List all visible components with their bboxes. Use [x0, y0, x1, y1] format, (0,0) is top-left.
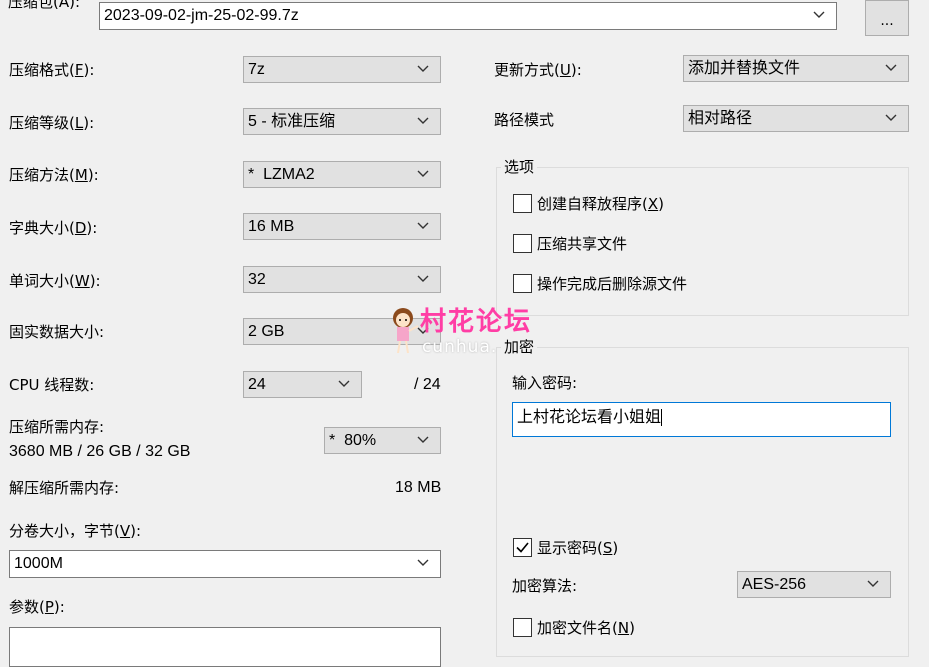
- cartoon-girl-icon: [393, 308, 419, 354]
- threads-max: / 24: [414, 376, 441, 393]
- params-label: 参数(P):: [9, 598, 65, 616]
- solid-value: 2 GB: [248, 323, 285, 340]
- dict-label: 字典大小(D):: [9, 219, 98, 237]
- archive-label: 压缩包(A):: [8, 0, 81, 11]
- word-value: 32: [248, 271, 266, 288]
- word-label: 单词大小(W):: [9, 272, 101, 290]
- chevron-down-icon[interactable]: [884, 110, 898, 126]
- mem-compress-detail: 3680 MB / 26 GB / 32 GB: [9, 443, 191, 460]
- encrypt-names-label: 加密文件名(N): [537, 619, 635, 637]
- threads-select[interactable]: 24: [243, 371, 362, 398]
- watermark: 村花论坛 cunhua.: [388, 306, 548, 358]
- show-password-checkbox[interactable]: [513, 538, 532, 557]
- delete-label: 操作完成后删除源文件: [537, 275, 688, 293]
- browse-button[interactable]: ...: [865, 0, 909, 36]
- mem-compress-select[interactable]: * 80%: [324, 427, 441, 454]
- checkmark-icon: [516, 542, 529, 553]
- watermark-sub: cunhua.: [422, 337, 498, 357]
- show-password-label: 显示密码(S): [537, 539, 619, 557]
- chevron-down-icon[interactable]: [866, 576, 880, 592]
- shared-checkbox[interactable]: [513, 234, 532, 253]
- volume-label: 分卷大小，字节(V):: [9, 522, 142, 540]
- method-label: 压缩方法(M):: [9, 166, 99, 184]
- method-select[interactable]: * LZMA2: [243, 161, 441, 188]
- sfx-checkbox[interactable]: [513, 194, 532, 213]
- threads-value: 24: [248, 376, 266, 393]
- password-input[interactable]: 上村花论坛看小姐姐: [512, 402, 891, 437]
- path-mode-value: 相对路径: [688, 110, 753, 127]
- volume-combo[interactable]: 1000M: [9, 550, 441, 578]
- format-value: 7z: [248, 61, 265, 78]
- encryption-method-value: AES-256: [742, 576, 807, 593]
- dict-value: 16 MB: [248, 218, 295, 235]
- watermark-title: 村花论坛: [420, 307, 533, 337]
- chevron-down-icon[interactable]: [416, 61, 430, 77]
- options-title: 选项: [501, 157, 538, 177]
- encryption-method-label: 加密算法:: [512, 577, 578, 595]
- browse-button-label: ...: [880, 13, 894, 29]
- text-caret: [661, 409, 663, 427]
- chevron-down-icon[interactable]: [416, 218, 430, 234]
- chevron-down-icon[interactable]: [416, 166, 430, 182]
- method-value: * LZMA2: [248, 166, 315, 183]
- chevron-down-icon[interactable]: [884, 60, 898, 76]
- encryption-group: [496, 347, 909, 657]
- format-label: 压缩格式(F):: [9, 61, 95, 79]
- chevron-down-icon[interactable]: [416, 271, 430, 287]
- update-select[interactable]: 添加并替换文件: [683, 55, 909, 82]
- threads-label: CPU 线程数:: [9, 376, 95, 394]
- chevron-down-icon[interactable]: [416, 555, 430, 571]
- level-select[interactable]: 5 - 标准压缩: [243, 108, 441, 135]
- chevron-down-icon[interactable]: [812, 7, 826, 23]
- mem-decompress-label: 解压缩所需内存:: [9, 479, 120, 497]
- params-input[interactable]: [9, 627, 441, 667]
- sfx-label: 创建自释放程序(X): [537, 195, 664, 213]
- chevron-down-icon[interactable]: [416, 432, 430, 448]
- mem-compress-value: * 80%: [329, 432, 377, 449]
- solid-label: 固实数据大小:: [9, 323, 105, 341]
- word-select[interactable]: 32: [243, 266, 441, 293]
- update-value: 添加并替换文件: [688, 60, 801, 77]
- password-label: 输入密码:: [512, 374, 578, 392]
- encrypt-names-checkbox[interactable]: [513, 618, 532, 637]
- archive-path-combo[interactable]: 2023-09-02-jm-25-02-99.7z: [99, 2, 837, 30]
- delete-checkbox[interactable]: [513, 274, 532, 293]
- chevron-down-icon[interactable]: [337, 376, 351, 392]
- password-value: 上村花论坛看小姐姐: [517, 409, 662, 426]
- mem-compress-label: 压缩所需内存:: [9, 418, 105, 436]
- update-label: 更新方式(U):: [494, 61, 582, 79]
- chevron-down-icon[interactable]: [416, 113, 430, 129]
- level-value: 5 - 标准压缩: [248, 113, 336, 130]
- archive-path-value: 2023-09-02-jm-25-02-99.7z: [104, 7, 299, 24]
- encryption-method-select[interactable]: AES-256: [737, 571, 891, 598]
- path-mode-label: 路径模式: [494, 111, 555, 129]
- level-label: 压缩等级(L):: [9, 114, 95, 132]
- dict-select[interactable]: 16 MB: [243, 213, 441, 240]
- shared-label: 压缩共享文件: [537, 235, 628, 253]
- format-select[interactable]: 7z: [243, 56, 441, 83]
- path-mode-select[interactable]: 相对路径: [683, 105, 909, 132]
- mem-decompress-value: 18 MB: [395, 479, 442, 496]
- volume-value: 1000M: [14, 555, 63, 572]
